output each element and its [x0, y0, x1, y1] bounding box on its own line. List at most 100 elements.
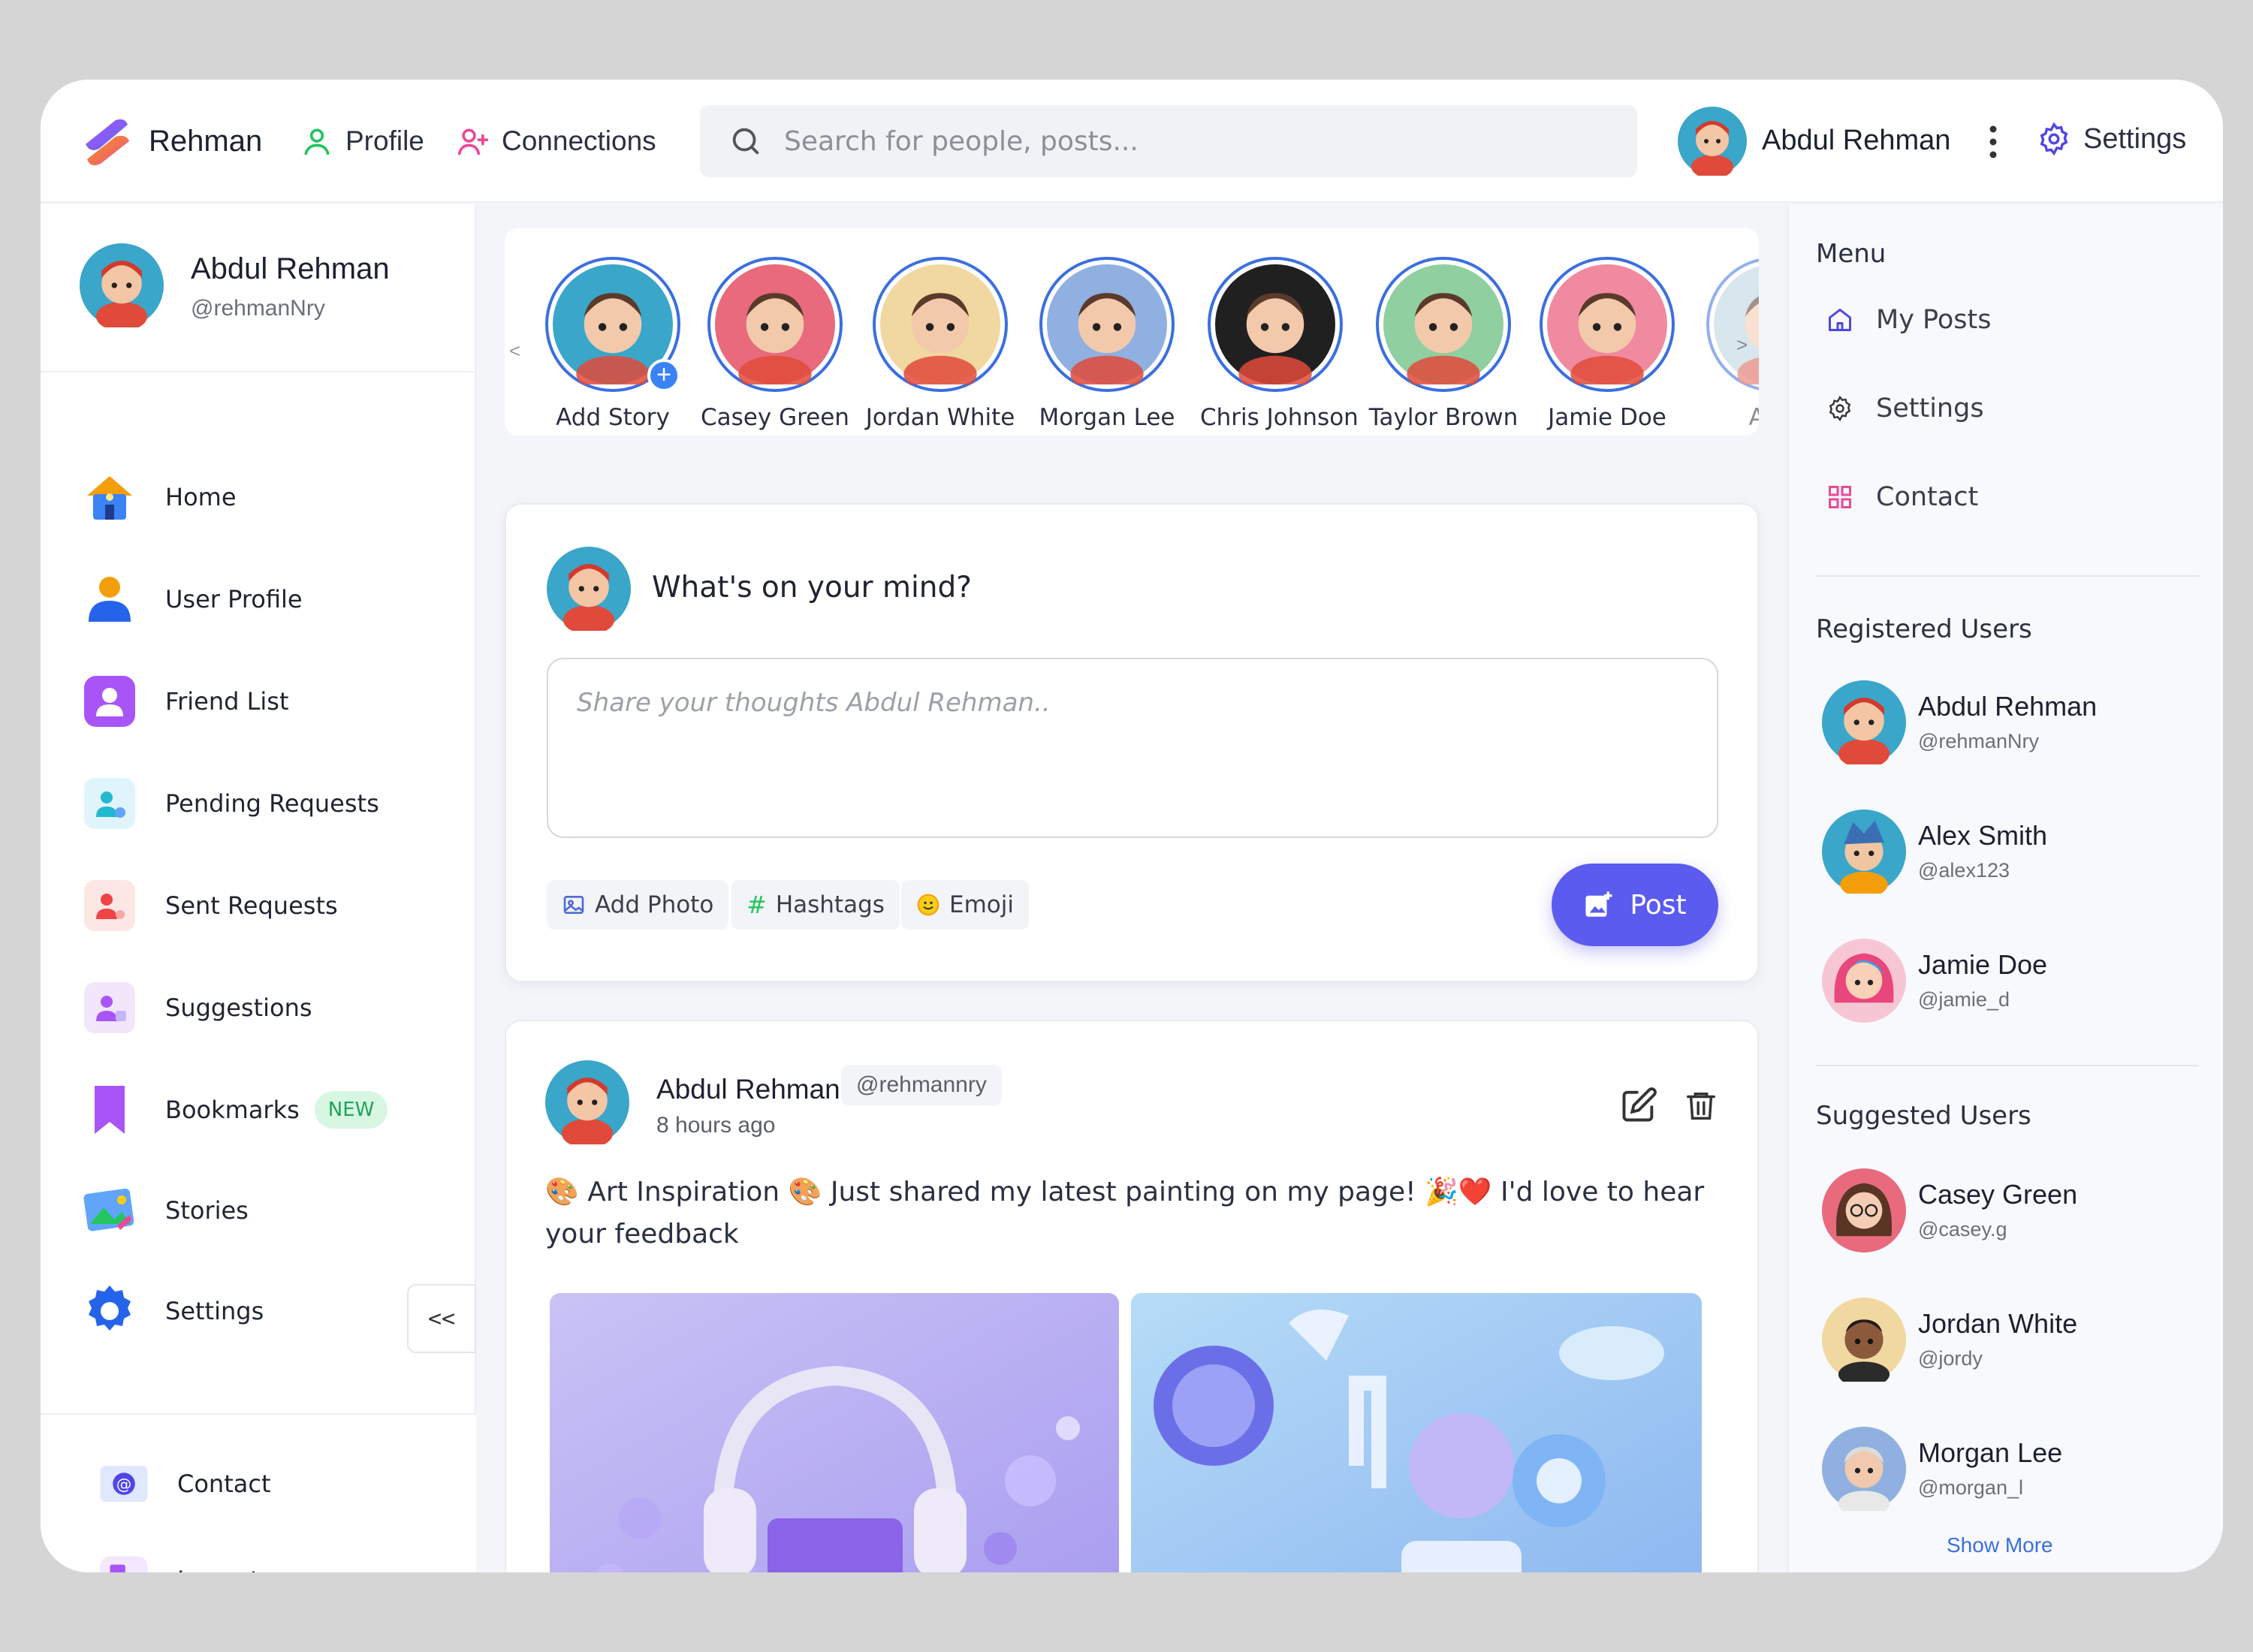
search-bar[interactable] — [700, 105, 1637, 177]
post-image-abstract-3d[interactable] — [1131, 1293, 1702, 1572]
suggested-users-title: Suggested Users — [1816, 1101, 2031, 1131]
emoji-icon — [917, 894, 940, 916]
sidebar-item-label: Stories — [165, 1196, 249, 1225]
sidebar-footer: @ Contact Logout — [41, 1413, 476, 1572]
chevron-right-icon[interactable]: > — [1736, 333, 1748, 357]
sidebar-item-label: Settings — [165, 1297, 264, 1325]
hashtags-button[interactable]: # Hashtags — [731, 880, 900, 930]
avatar[interactable] — [1678, 107, 1747, 176]
sidebar-profile-name: Abdul Rehman — [191, 252, 390, 285]
story-label: Alex — [1748, 404, 1759, 431]
post-author-name[interactable]: Abdul Rehman — [656, 1074, 840, 1105]
divider — [1816, 1065, 2199, 1066]
sidebar-item-pending-requests[interactable]: Pending Requests — [80, 773, 379, 834]
story-item[interactable]: Jordan White — [865, 257, 1015, 431]
post-text-field[interactable] — [547, 658, 1718, 838]
avatar[interactable] — [545, 1060, 629, 1144]
suggested-user-item[interactable]: Casey Green @casey.g — [1822, 1168, 2197, 1259]
sidebar-item-settings[interactable]: Settings — [80, 1281, 264, 1341]
story-item[interactable]: Taylor Brown — [1368, 257, 1519, 431]
story-item[interactable]: Chris Johnson — [1200, 257, 1359, 431]
registered-user-item[interactable]: Alex Smith @alex123 — [1822, 809, 2197, 900]
chevron-left-icon[interactable]: < — [509, 339, 520, 363]
right-menu-contact[interactable]: Contact — [1826, 482, 1978, 512]
registered-user-item[interactable]: Jamie Doe @jamie_d — [1822, 939, 2197, 1029]
avatar — [1822, 1168, 1906, 1253]
sidebar-item-suggestions[interactable]: Suggestions — [80, 978, 312, 1038]
sidebar-item-stories[interactable]: Stories — [80, 1180, 249, 1241]
collapse-sidebar-button[interactable]: << — [407, 1284, 476, 1353]
sidebar-item-user-profile[interactable]: User Profile — [80, 569, 303, 629]
story-item[interactable]: Alex — [1699, 257, 1759, 431]
brand-logo-icon[interactable] — [80, 114, 135, 170]
post-button[interactable]: Post — [1552, 864, 1718, 946]
story-item[interactable]: Casey Green — [700, 257, 850, 431]
gear-icon — [89, 1286, 131, 1331]
add-story-button[interactable]: + Add Story — [538, 257, 688, 431]
grid-icon — [1829, 486, 1851, 508]
sidebar-item-label: Suggestions — [165, 993, 312, 1022]
trash-icon[interactable] — [1684, 1086, 1718, 1125]
sidebar-item-bookmarks[interactable]: Bookmarks NEW — [80, 1080, 388, 1140]
sidebar-item-label: Contact — [177, 1470, 271, 1498]
stories-carousel: < + Add Story Casey Green Jordan White Morga… — [505, 228, 1759, 436]
header-settings-button[interactable]: Settings — [2037, 122, 2186, 156]
edit-icon[interactable] — [1619, 1086, 1658, 1125]
add-photo-button[interactable]: Add Photo — [547, 880, 729, 930]
left-sidebar: Abdul Rehman @rehmanNry Home User Profil… — [41, 204, 476, 1572]
add-image-icon — [1585, 891, 1612, 917]
user-name: Jordan White — [1918, 1308, 2078, 1339]
right-sidebar: Menu My Posts Settings Contact Registere… — [1787, 204, 2223, 1572]
avatar — [1047, 264, 1167, 393]
image-icon — [563, 896, 584, 914]
friend-list-icon — [84, 676, 135, 727]
suggested-user-item[interactable]: Morgan Lee @morgan_l — [1822, 1427, 2197, 1517]
search-input[interactable] — [784, 125, 1610, 157]
sidebar-item-label: Friend List — [165, 687, 289, 716]
sidebar-item-label: Sent Requests — [165, 891, 338, 920]
app-window: Rehman Profile Connections Abd — [41, 80, 2223, 1572]
registered-users-title: Registered Users — [1816, 614, 2032, 644]
right-menu-settings[interactable]: Settings — [1826, 393, 1984, 424]
home-outline-icon — [1829, 309, 1851, 331]
new-badge: NEW — [314, 1091, 388, 1129]
post-button-label: Post — [1630, 889, 1687, 921]
gear-icon — [2040, 122, 2068, 156]
nav-connections-label: Connections — [502, 125, 656, 156]
more-options-icon[interactable] — [1986, 123, 2001, 161]
sidebar-item-friend-list[interactable]: Friend List — [80, 671, 289, 731]
post-image-headphones[interactable] — [550, 1293, 1119, 1572]
sidebar-item-sent-requests[interactable]: Sent Requests — [80, 876, 338, 936]
plus-icon[interactable]: + — [647, 359, 680, 392]
at-icon: @ — [100, 1465, 148, 1503]
right-menu-my-posts[interactable]: My Posts — [1826, 305, 1992, 335]
avatar — [1547, 264, 1667, 393]
right-menu-label: Settings — [1876, 393, 1984, 424]
svg-text:@: @ — [116, 1475, 131, 1493]
nav-connections-link[interactable]: Connections — [457, 125, 656, 158]
person-icon — [89, 577, 131, 622]
sidebar-profile-card[interactable]: Abdul Rehman @rehmanNry — [41, 204, 476, 372]
registered-user-item[interactable]: Abdul Rehman @rehmanNry — [1822, 680, 2197, 770]
header-user-name[interactable]: Abdul Rehman — [1762, 125, 1950, 157]
user-handle: @rehmanNry — [1918, 730, 2039, 752]
sidebar-item-home[interactable]: Home — [80, 467, 237, 527]
brand-name[interactable]: Rehman — [149, 125, 262, 158]
right-menu-label: Contact — [1876, 482, 1979, 512]
bookmark-icon — [95, 1086, 125, 1134]
hashtag-icon: # — [746, 891, 767, 919]
story-item[interactable]: Jamie Doe — [1532, 257, 1682, 431]
add-photo-label: Add Photo — [595, 891, 714, 918]
suggested-user-item[interactable]: Jordan White @jordy — [1822, 1298, 2197, 1388]
show-more-link[interactable]: Show More — [1947, 1533, 2053, 1557]
sidebar-item-contact[interactable]: @ Contact — [96, 1454, 271, 1514]
emoji-button[interactable]: Emoji — [901, 880, 1029, 930]
story-label: Chris Johnson — [1200, 404, 1359, 431]
story-item[interactable]: Morgan Lee — [1032, 257, 1182, 431]
nav-profile-link[interactable]: Profile — [300, 125, 424, 158]
logout-button[interactable]: Logout — [96, 1550, 260, 1572]
divider — [1816, 575, 2199, 577]
sidebar-profile-handle: @rehmanNry — [191, 296, 325, 321]
story-label: Jordan White — [865, 404, 1015, 431]
post-timestamp: 8 hours ago — [656, 1113, 776, 1138]
